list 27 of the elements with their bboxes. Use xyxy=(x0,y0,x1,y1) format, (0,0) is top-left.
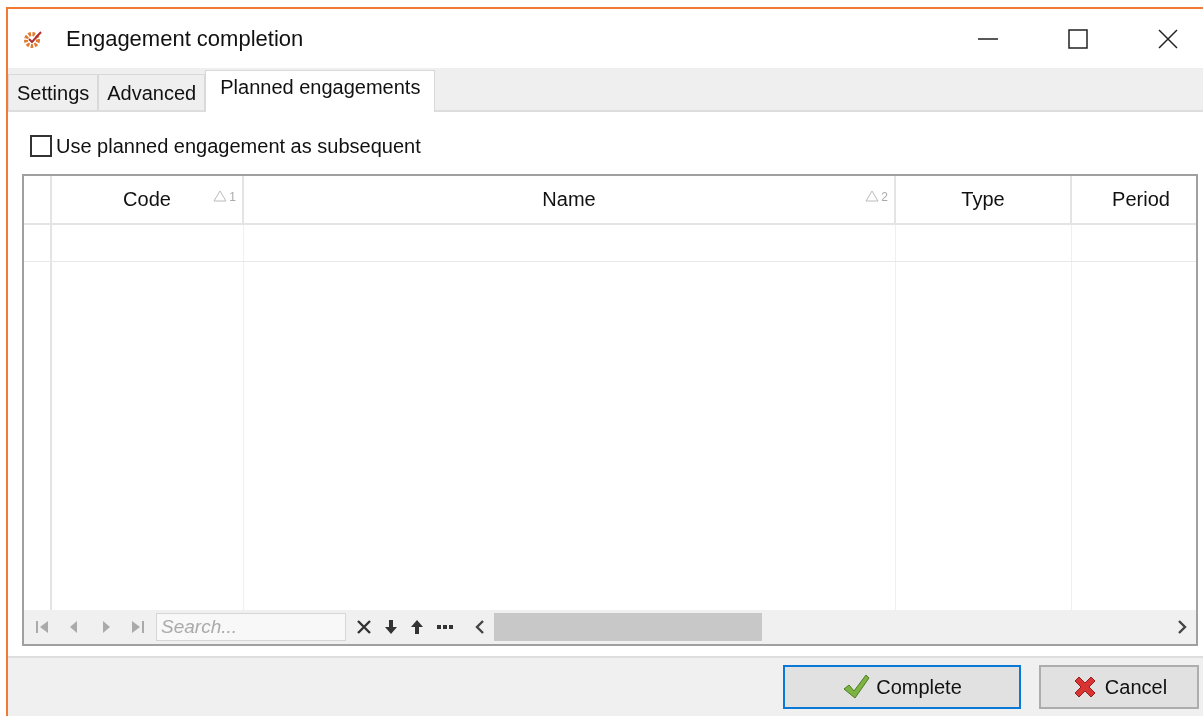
sort-index: 2 xyxy=(881,190,888,204)
dialog-button[interactable]: Cancel xyxy=(1039,665,1199,709)
search-field[interactable]: Search... xyxy=(156,613,346,641)
more-icon[interactable] xyxy=(436,624,454,630)
column-header[interactable]: Code xyxy=(123,188,171,211)
close-icon[interactable] xyxy=(1157,27,1179,50)
scrollbar-thumb[interactable] xyxy=(494,613,762,641)
scroll-right-icon[interactable] xyxy=(1176,620,1188,634)
close-icon[interactable] xyxy=(356,619,372,635)
sort-index: 1 xyxy=(229,190,236,204)
scroll-left-icon[interactable] xyxy=(474,620,486,634)
arrow-down-icon[interactable] xyxy=(384,619,398,635)
tab[interactable]: Planned engagements xyxy=(205,70,436,112)
sort-icon xyxy=(213,190,228,202)
window-title: Engagement completion xyxy=(66,25,304,52)
sort-icon xyxy=(865,190,880,202)
column-header[interactable]: Period xyxy=(1112,188,1170,211)
dialog-button[interactable]: Complete xyxy=(783,665,1021,709)
maximize-icon[interactable] xyxy=(1067,27,1089,50)
checkbox[interactable] xyxy=(30,135,52,157)
tab[interactable]: Settings xyxy=(8,74,99,110)
tab[interactable]: Advanced xyxy=(98,74,206,110)
arrow-up-icon[interactable] xyxy=(410,619,424,635)
column-header[interactable]: Name xyxy=(542,188,596,211)
checkbox-label: Use planned engagement as subsequent xyxy=(56,134,421,158)
checkmark-icon xyxy=(842,673,871,701)
column-header[interactable]: Type xyxy=(961,188,1005,211)
